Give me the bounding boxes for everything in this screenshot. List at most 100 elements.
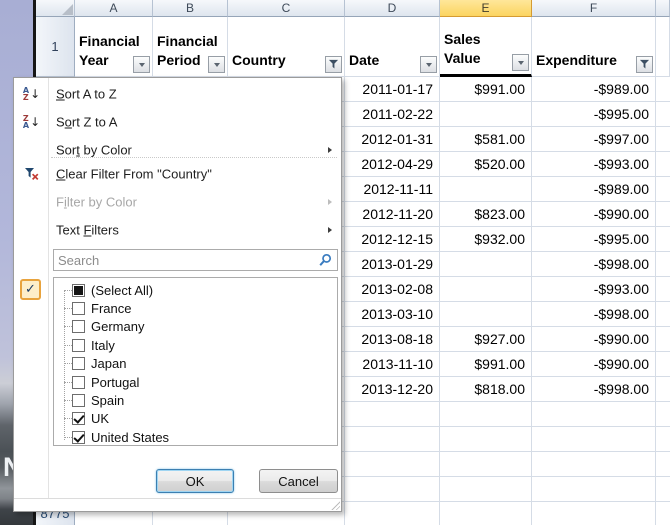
cell-date[interactable]: 2013-12-20 bbox=[345, 377, 440, 402]
cell-date[interactable]: 2013-08-18 bbox=[345, 327, 440, 352]
cell-sales[interactable] bbox=[440, 177, 532, 202]
cell-empty[interactable] bbox=[656, 352, 670, 377]
filter-funnel-button-country[interactable] bbox=[325, 56, 342, 73]
list-item-italy[interactable]: Italy bbox=[54, 336, 337, 354]
cell-empty[interactable] bbox=[345, 402, 440, 427]
list-item-germany[interactable]: Germany bbox=[54, 318, 337, 336]
cell-empty[interactable] bbox=[345, 427, 440, 452]
ok-button[interactable]: OK bbox=[156, 469, 234, 493]
cell-empty[interactable] bbox=[656, 127, 670, 152]
list-item-spain[interactable]: Spain bbox=[54, 391, 337, 409]
cell-date[interactable]: 2011-01-17 bbox=[345, 77, 440, 102]
cell-sales[interactable]: $823.00 bbox=[440, 202, 532, 227]
checkbox[interactable] bbox=[72, 357, 85, 370]
cell-date[interactable]: 2012-11-20 bbox=[345, 202, 440, 227]
cell-date[interactable]: 2012-11-11 bbox=[345, 177, 440, 202]
cell-empty[interactable] bbox=[440, 477, 532, 502]
cell-empty[interactable] bbox=[656, 427, 670, 452]
cell-expenditure[interactable]: -$990.00 bbox=[532, 352, 656, 377]
checkbox[interactable] bbox=[72, 339, 85, 352]
cell-empty[interactable] bbox=[440, 427, 532, 452]
list-item-select-all[interactable]: (Select All) bbox=[54, 281, 337, 299]
cell-empty[interactable] bbox=[440, 402, 532, 427]
cell-sales[interactable]: $581.00 bbox=[440, 127, 532, 152]
filter-funnel-button-expenditure[interactable] bbox=[636, 56, 653, 73]
cell-date[interactable]: 2012-04-29 bbox=[345, 152, 440, 177]
select-all-corner[interactable] bbox=[36, 0, 75, 17]
search-input[interactable] bbox=[54, 250, 337, 270]
cell-expenditure[interactable]: -$998.00 bbox=[532, 252, 656, 277]
cell-expenditure[interactable]: -$997.00 bbox=[532, 127, 656, 152]
filter-dropdown-button-date[interactable] bbox=[420, 56, 437, 73]
cell-empty[interactable] bbox=[656, 302, 670, 327]
checkbox[interactable] bbox=[72, 394, 85, 407]
list-item-united-states[interactable]: United States bbox=[54, 428, 337, 446]
checkbox[interactable] bbox=[72, 320, 85, 333]
cell-empty[interactable] bbox=[656, 327, 670, 352]
header-cell-financial-year[interactable]: Financial Year bbox=[75, 17, 153, 77]
menu-item-sort-a-to-z[interactable]: AZ↓ Sort A to Z bbox=[14, 80, 341, 108]
header-cell-financial-period[interactable]: Financial Period bbox=[153, 17, 228, 77]
cell-sales[interactable]: $818.00 bbox=[440, 377, 532, 402]
cell-date[interactable]: 2013-03-10 bbox=[345, 302, 440, 327]
resize-grip[interactable] bbox=[330, 500, 340, 510]
cell-empty[interactable] bbox=[532, 502, 656, 525]
cell-empty[interactable] bbox=[656, 152, 670, 177]
cancel-button[interactable]: Cancel bbox=[259, 469, 338, 493]
cell-sales[interactable]: $991.00 bbox=[440, 77, 532, 102]
menu-item-clear-filter[interactable]: Clear Filter From "Country" bbox=[14, 160, 341, 188]
cell-sales[interactable] bbox=[440, 102, 532, 127]
menu-item-text-filters[interactable]: Text Filters bbox=[14, 216, 341, 244]
cell-empty[interactable] bbox=[656, 252, 670, 277]
cell-empty[interactable] bbox=[656, 177, 670, 202]
cell-sales[interactable] bbox=[440, 302, 532, 327]
cell-expenditure[interactable]: -$989.00 bbox=[532, 77, 656, 102]
cell-expenditure[interactable]: -$998.00 bbox=[532, 302, 656, 327]
cell-empty[interactable] bbox=[656, 477, 670, 502]
cell-sales[interactable]: $927.00 bbox=[440, 327, 532, 352]
cell-expenditure[interactable]: -$990.00 bbox=[532, 202, 656, 227]
cell-empty[interactable] bbox=[532, 477, 656, 502]
cell-empty[interactable] bbox=[532, 452, 656, 477]
cell-empty[interactable] bbox=[345, 502, 440, 525]
column-header-g[interactable] bbox=[656, 0, 670, 17]
cell-expenditure[interactable]: -$993.00 bbox=[532, 152, 656, 177]
checkbox[interactable] bbox=[72, 284, 85, 297]
header-cell-country[interactable]: Country bbox=[228, 17, 345, 77]
cell-sales[interactable]: $520.00 bbox=[440, 152, 532, 177]
cell-sales[interactable]: $932.00 bbox=[440, 227, 532, 252]
cell-sales[interactable]: $991.00 bbox=[440, 352, 532, 377]
column-header-f[interactable]: F bbox=[532, 0, 656, 17]
header-cell-g[interactable] bbox=[656, 17, 670, 77]
list-item-france[interactable]: France bbox=[54, 299, 337, 317]
cell-empty[interactable] bbox=[656, 227, 670, 252]
cell-empty[interactable] bbox=[656, 202, 670, 227]
checkbox[interactable] bbox=[72, 302, 85, 315]
header-cell-sales-value[interactable]: Sales Value bbox=[440, 17, 532, 77]
cell-empty[interactable] bbox=[656, 102, 670, 127]
cell-expenditure[interactable]: -$995.00 bbox=[532, 227, 656, 252]
filter-dropdown-button-sales[interactable] bbox=[512, 54, 529, 71]
cell-sales[interactable] bbox=[440, 252, 532, 277]
cell-empty[interactable] bbox=[656, 377, 670, 402]
cell-expenditure[interactable]: -$995.00 bbox=[532, 102, 656, 127]
filter-dropdown-button-year[interactable] bbox=[133, 56, 150, 73]
list-item-japan[interactable]: Japan bbox=[54, 355, 337, 373]
cell-empty[interactable] bbox=[532, 402, 656, 427]
cell-expenditure[interactable]: -$989.00 bbox=[532, 177, 656, 202]
column-header-c[interactable]: C bbox=[228, 0, 345, 17]
checkbox[interactable] bbox=[72, 412, 85, 425]
cell-empty[interactable] bbox=[440, 452, 532, 477]
column-header-b[interactable]: B bbox=[153, 0, 228, 17]
cell-empty[interactable] bbox=[532, 427, 656, 452]
filter-dropdown-button-period[interactable] bbox=[208, 56, 225, 73]
cell-empty[interactable] bbox=[656, 452, 670, 477]
cell-date[interactable]: 2013-02-08 bbox=[345, 277, 440, 302]
cell-expenditure[interactable]: -$990.00 bbox=[532, 327, 656, 352]
cell-empty[interactable] bbox=[656, 402, 670, 427]
cell-date[interactable]: 2013-11-10 bbox=[345, 352, 440, 377]
cell-empty[interactable] bbox=[656, 502, 670, 525]
cell-date[interactable]: 2012-12-15 bbox=[345, 227, 440, 252]
cell-empty[interactable] bbox=[656, 77, 670, 102]
cell-date[interactable]: 2012-01-31 bbox=[345, 127, 440, 152]
